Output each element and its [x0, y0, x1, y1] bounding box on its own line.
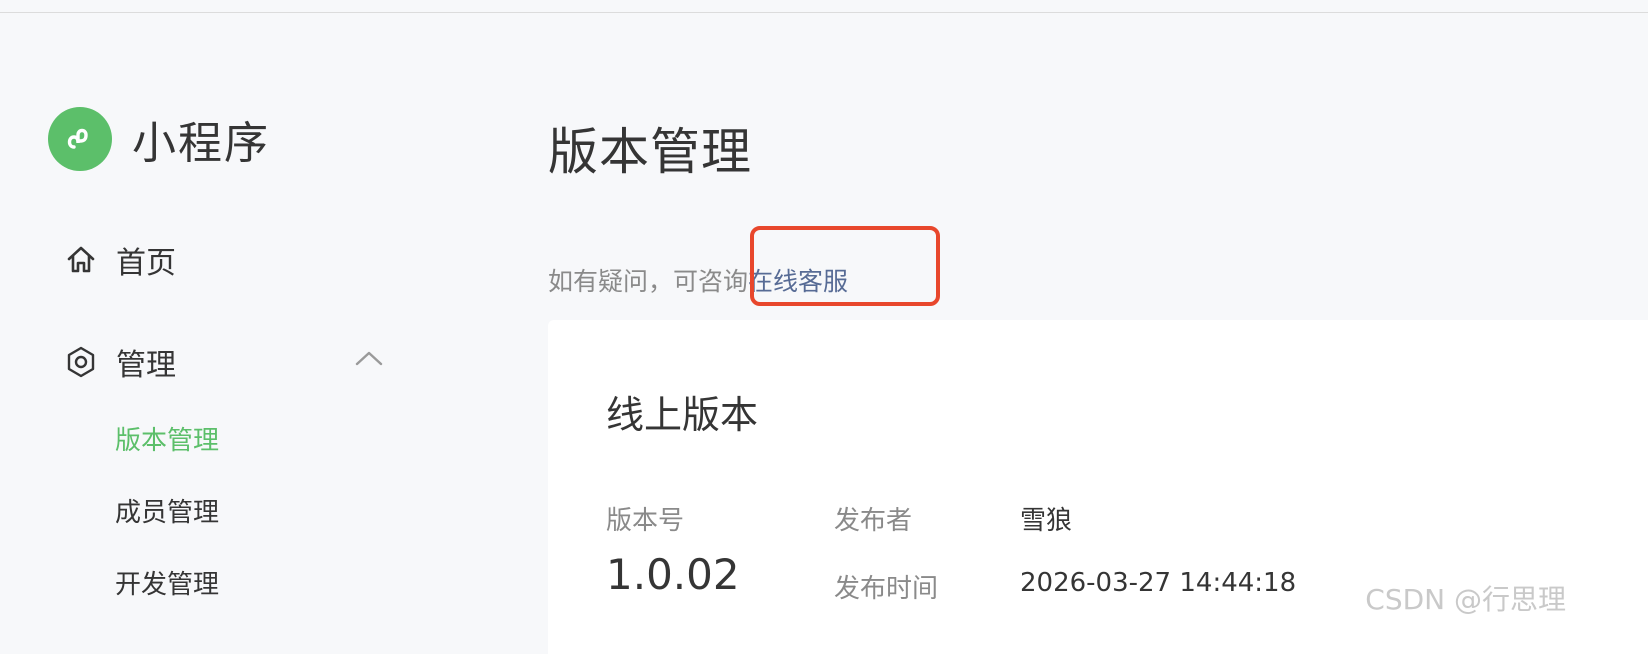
publish-time-value: 2026-03-27 14:44:18 [1020, 568, 1297, 598]
version-label: 版本号 [606, 506, 685, 536]
sidebar-item-manage[interactable]: 管理 [64, 340, 384, 384]
sidebar-item-home[interactable]: 首页 [64, 238, 176, 282]
brand[interactable]: 小程序 [48, 107, 270, 171]
version-value: 1.0.02 [606, 550, 740, 599]
highlight-annotation [750, 226, 940, 306]
mini-program-logo-icon [48, 107, 112, 171]
publish-time-label: 发布时间 [834, 574, 939, 604]
home-icon [64, 243, 98, 277]
help-text-prefix: 如有疑问，可咨询 [548, 267, 749, 296]
publisher-label: 发布者 [834, 506, 913, 536]
sidebar: 小程序 首页 管理 版本管理 成员管理 开发管理 [0, 0, 520, 654]
brand-name: 小程序 [132, 118, 270, 169]
watermark: CSDN @行思理 [1365, 583, 1566, 616]
subnav-item-member-management[interactable]: 成员管理 [115, 492, 219, 529]
hexagon-settings-icon [64, 345, 98, 379]
card-title: 线上版本 [606, 393, 759, 437]
publisher-value: 雪狼 [1020, 506, 1073, 536]
subnav-item-dev-management[interactable]: 开发管理 [115, 564, 219, 601]
sidebar-item-home-label: 首页 [116, 246, 176, 281]
chevron-up-icon[interactable] [354, 344, 384, 379]
sidebar-item-manage-label: 管理 [116, 348, 176, 383]
subnav-item-version-management[interactable]: 版本管理 [115, 420, 219, 457]
page-title: 版本管理 [548, 123, 752, 181]
